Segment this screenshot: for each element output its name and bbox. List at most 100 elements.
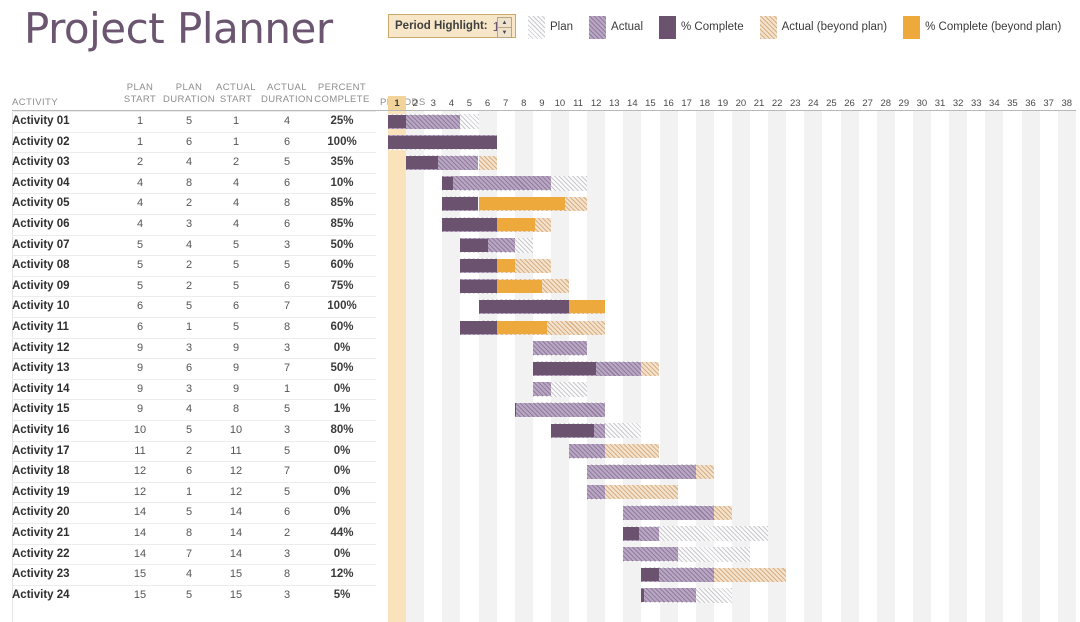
cell-actual-start: 12: [229, 465, 243, 478]
table-row[interactable]: Activity 23 15 4 15 8 12%: [0, 564, 1080, 585]
cell-actual-duration: 1: [283, 382, 291, 395]
period-tick-27: 27: [862, 98, 873, 109]
cell-actual-duration: 2: [283, 527, 291, 539]
cell-percent-complete: 0%: [333, 444, 351, 457]
column-header-actual-start: ACTUAL START: [214, 82, 258, 105]
cell-percent-complete: 80%: [330, 424, 354, 436]
period-tick-10: 10: [554, 98, 566, 109]
cell-actual-duration: 3: [283, 547, 291, 560]
period-tick-1: 1: [388, 96, 407, 111]
period-tick-18: 18: [699, 98, 711, 109]
table-row[interactable]: Activity 21 14 8 14 2 44%: [0, 523, 1080, 544]
activity-name: Activity 08: [12, 259, 70, 272]
cell-plan-duration: 2: [185, 259, 193, 272]
spinner-buttons[interactable]: ▲ ▼: [497, 17, 512, 38]
table-row[interactable]: Activity 02 1 6 1 6 100%: [0, 131, 1080, 153]
bar-actual: [569, 444, 606, 459]
period-tick-28: 28: [880, 98, 892, 109]
bar-complete: [460, 259, 497, 273]
spinner-up-icon[interactable]: ▲: [498, 18, 511, 28]
cell-percent-complete: 0%: [333, 382, 351, 395]
cell-plan-duration: 3: [185, 382, 193, 395]
cell-plan-duration: 4: [185, 238, 193, 251]
column-header-plan-duration: PLAN DURATION: [160, 82, 218, 105]
cell-actual-start: 6: [232, 300, 240, 313]
table-row[interactable]: Activity 07 5 4 5 3 50%: [0, 234, 1080, 256]
cell-actual-duration: 8: [283, 197, 291, 210]
cell-actual-duration: 3: [283, 238, 291, 251]
legend-label: % Complete (beyond plan): [925, 21, 1062, 33]
table-row[interactable]: Activity 15 9 4 8 5 1%: [0, 399, 1080, 420]
activity-name: Activity 22: [12, 547, 70, 560]
column-header-plan-start: PLAN START: [118, 82, 162, 105]
cell-actual-start: 5: [232, 238, 240, 251]
cell-actual-start: 1: [232, 135, 240, 148]
period-tick-24: 24: [808, 98, 819, 109]
table-row[interactable]: Activity 09 5 2 5 6 75%: [0, 275, 1080, 297]
cell-actual-start: 8: [232, 403, 240, 416]
table-row[interactable]: Activity 06 4 3 4 6 85%: [0, 214, 1080, 235]
spinner-down-icon[interactable]: ▼: [498, 28, 511, 37]
activity-name: Activity 04: [12, 176, 70, 189]
cell-plan-start: 12: [133, 485, 147, 498]
period-tick-30: 30: [916, 98, 928, 109]
period-tick-22: 22: [771, 98, 783, 109]
period-tick-23: 23: [789, 98, 801, 109]
table-row[interactable]: Activity 14 9 3 9 1 0%: [0, 378, 1080, 400]
column-header-text: START: [219, 93, 253, 105]
table-row[interactable]: Activity 01 1 5 1 4 25%: [0, 111, 1080, 132]
cell-actual-start: 5: [232, 321, 240, 333]
table-row[interactable]: Activity 12 9 3 9 3 0%: [0, 337, 1080, 359]
cell-percent-complete: 35%: [330, 156, 354, 169]
activity-name: Activity 01: [12, 115, 70, 127]
cell-percent-complete: 85%: [330, 218, 354, 230]
cell-percent-complete: 25%: [330, 115, 354, 127]
activity-name: Activity 02: [12, 135, 70, 148]
cell-plan-start: 14: [133, 547, 147, 560]
table-row[interactable]: Activity 03 2 4 2 5 35%: [0, 152, 1080, 173]
cell-percent-complete: 0%: [333, 465, 351, 478]
legend-label: Actual: [611, 21, 643, 33]
cell-plan-duration: 5: [185, 506, 193, 519]
column-header-percent-complete: PERCENT COMPLETE: [312, 82, 372, 105]
cell-actual-start: 4: [232, 176, 240, 189]
legend-swatch-complete-beyond: [903, 15, 921, 39]
cell-plan-start: 5: [136, 259, 144, 272]
period-highlight-label: Period Highlight:: [395, 20, 488, 32]
table-row[interactable]: Activity 10 6 5 6 7 100%: [0, 296, 1080, 317]
bar-actual: [532, 382, 551, 397]
period-tick-35: 35: [1007, 98, 1018, 109]
cell-plan-start: 11: [134, 444, 146, 457]
cell-plan-start: 12: [133, 465, 147, 478]
column-header-text: DURATION: [260, 93, 314, 105]
table-row[interactable]: Activity 18 12 6 12 7 0%: [0, 461, 1080, 482]
cell-actual-start: 9: [232, 362, 240, 375]
period-tick-25: 25: [826, 98, 837, 109]
period-highlight-spinner[interactable]: Period Highlight: 1 ▲ ▼: [388, 14, 516, 38]
table-row[interactable]: Activity 19 12 1 12 5 0%: [0, 481, 1080, 503]
cell-actual-start: 5: [232, 279, 240, 292]
bar-complete: [388, 115, 407, 128]
period-tick-33: 33: [970, 98, 982, 109]
table-row[interactable]: Activity 16 10 5 10 3 80%: [0, 420, 1080, 441]
bar-actual: [587, 485, 606, 500]
cell-percent-complete: 100%: [327, 300, 357, 313]
cell-percent-complete: 10%: [330, 176, 354, 189]
table-row[interactable]: Activity 20 14 5 14 6 0%: [0, 502, 1080, 523]
cell-plan-start: 4: [136, 218, 144, 230]
table-row[interactable]: Activity 24 15 5 15 3 5%: [0, 584, 1080, 606]
cell-actual-start: 12: [229, 485, 243, 498]
cell-percent-complete: 50%: [330, 362, 354, 375]
cell-plan-start: 6: [136, 321, 144, 333]
activity-name: Activity 18: [12, 465, 70, 478]
table-row[interactable]: Activity 17 11 2 11 5 0%: [0, 440, 1080, 462]
cell-plan-start: 9: [136, 341, 144, 354]
period-axis: 1 2 3 4 5 6 7 8 9 10 11 12 13 14 15 16 17 18 19 20 21 22 23 24 2…: [388, 96, 1076, 111]
table-row[interactable]: Activity 04 4 8 4 6 10%: [0, 172, 1080, 194]
table-row[interactable]: Activity 05 4 2 4 8 85%: [0, 193, 1080, 214]
cell-plan-start: 14: [133, 506, 147, 519]
table-row[interactable]: Activity 08 5 2 5 5 60%: [0, 255, 1080, 276]
table-row[interactable]: Activity 22 14 7 14 3 0%: [0, 543, 1080, 565]
table-row[interactable]: Activity 13 9 6 9 7 50%: [0, 358, 1080, 379]
table-row[interactable]: Activity 11 6 1 5 8 60%: [0, 317, 1080, 338]
